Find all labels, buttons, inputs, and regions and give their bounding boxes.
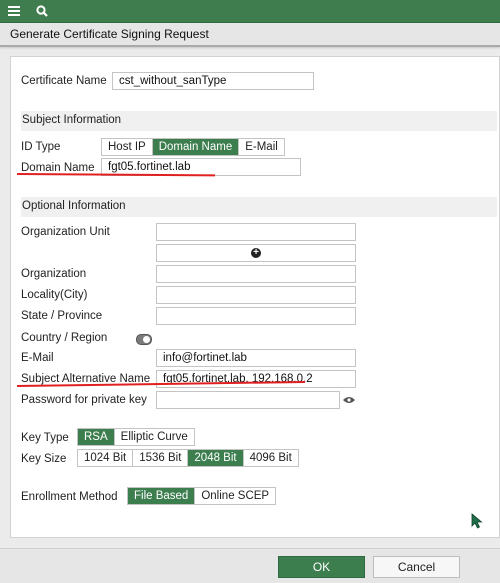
eye-icon[interactable] bbox=[343, 396, 355, 404]
ok-button[interactable]: OK bbox=[278, 556, 365, 578]
state-label: State / Province bbox=[21, 310, 103, 322]
optional-information-title: Optional Information bbox=[22, 200, 126, 212]
country-toggle[interactable] bbox=[136, 334, 152, 345]
toggle-knob bbox=[143, 336, 150, 343]
organization-label: Organization bbox=[21, 268, 87, 280]
dialog-header: Generate Certificate Signing Request bbox=[0, 24, 500, 47]
dialog-footer: OK Cancel bbox=[0, 548, 500, 583]
id-type-domain-name-option[interactable]: Domain Name bbox=[152, 139, 240, 155]
email-label: E-Mail bbox=[21, 352, 54, 364]
organization-unit-input[interactable] bbox=[156, 223, 356, 241]
password-input[interactable] bbox=[156, 391, 340, 409]
certificate-name-label: Certificate Name bbox=[21, 75, 107, 87]
san-input[interactable]: fgt05.fortinet.lab, 192.168.0.2 bbox=[156, 370, 356, 388]
add-organization-unit-button[interactable]: + bbox=[156, 244, 356, 262]
key-type-label: Key Type bbox=[21, 432, 69, 444]
key-size-1536-option[interactable]: 1536 Bit bbox=[133, 450, 189, 466]
key-type-rsa-option[interactable]: RSA bbox=[78, 429, 115, 445]
id-type-email-option[interactable]: E-Mail bbox=[239, 139, 284, 155]
enrollment-method-selector: File Based Online SCEP bbox=[127, 487, 277, 505]
menu-icon[interactable] bbox=[5, 2, 23, 20]
plus-icon: + bbox=[251, 248, 261, 258]
id-type-host-ip-option[interactable]: Host IP bbox=[102, 139, 153, 155]
key-size-4096-option[interactable]: 4096 Bit bbox=[244, 450, 298, 466]
optional-information-section: Optional Information bbox=[21, 197, 497, 217]
locality-input[interactable] bbox=[156, 286, 356, 304]
organization-unit-label: Organization Unit bbox=[21, 226, 110, 238]
country-label: Country / Region bbox=[21, 332, 108, 344]
subject-information-section: Subject Information bbox=[21, 111, 497, 131]
enrollment-file-based-option[interactable]: File Based bbox=[128, 488, 196, 504]
key-size-1024-option[interactable]: 1024 Bit bbox=[78, 450, 134, 466]
page-title: Generate Certificate Signing Request bbox=[10, 27, 209, 41]
key-size-selector: 1024 Bit 1536 Bit 2048 Bit 4096 Bit bbox=[77, 449, 299, 467]
locality-label: Locality(City) bbox=[21, 289, 88, 301]
top-bar bbox=[0, 0, 500, 23]
mouse-cursor-icon bbox=[471, 513, 483, 529]
state-input[interactable] bbox=[156, 307, 356, 325]
enrollment-method-label: Enrollment Method bbox=[21, 491, 118, 503]
id-type-selector: Host IP Domain Name E-Mail bbox=[101, 138, 285, 156]
csr-form-panel: Certificate Name cst_without_sanType Sub… bbox=[10, 56, 500, 538]
key-size-label: Key Size bbox=[21, 453, 67, 465]
key-type-selector: RSA Elliptic Curve bbox=[77, 428, 195, 446]
email-input[interactable]: info@fortinet.lab bbox=[156, 349, 356, 367]
certificate-name-input[interactable]: cst_without_sanType bbox=[112, 72, 314, 90]
enrollment-online-scep-option[interactable]: Online SCEP bbox=[195, 488, 275, 504]
password-label: Password for private key bbox=[21, 394, 147, 406]
search-icon[interactable] bbox=[33, 2, 51, 20]
id-type-label: ID Type bbox=[21, 141, 61, 153]
cancel-button[interactable]: Cancel bbox=[373, 556, 460, 578]
organization-input[interactable] bbox=[156, 265, 356, 283]
subject-information-title: Subject Information bbox=[22, 114, 122, 126]
key-size-2048-option[interactable]: 2048 Bit bbox=[188, 450, 244, 466]
key-type-elliptic-curve-option[interactable]: Elliptic Curve bbox=[115, 429, 194, 445]
